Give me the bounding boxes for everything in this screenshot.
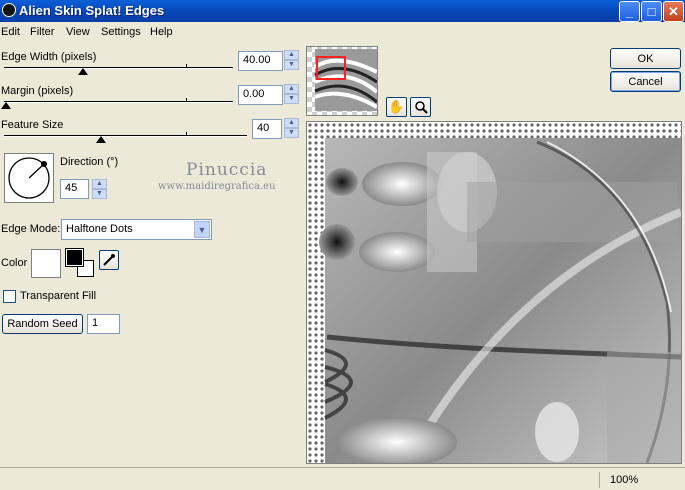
feature-size-thumb[interactable] [96, 136, 106, 143]
direction-spinner[interactable]: ▲ ▼ [92, 179, 107, 200]
main-preview[interactable] [306, 121, 682, 464]
edge-mode-value: Halftone Dots [66, 223, 133, 235]
direction-input[interactable]: 45 [60, 179, 89, 199]
ok-button[interactable]: OK [610, 48, 681, 69]
menu-bar: Edit Filter View Settings Help [0, 22, 685, 42]
feature-size-slider[interactable] [4, 135, 247, 137]
minimize-icon[interactable]: _ [619, 1, 640, 22]
title-bar[interactable]: Alien Skin Splat! Edges _ □ ✕ [0, 0, 685, 22]
spin-up-icon[interactable]: ▲ [284, 50, 299, 60]
menu-help[interactable]: Help [150, 26, 173, 38]
status-zoom-cell: 100% [599, 472, 685, 488]
close-icon[interactable]: ✕ [663, 1, 684, 22]
edge-width-slider[interactable] [4, 67, 233, 69]
eyedropper-button[interactable] [99, 250, 119, 270]
status-bar: 100% [0, 467, 685, 490]
margin-thumb[interactable] [1, 102, 11, 109]
window-title: Alien Skin Splat! Edges [19, 3, 165, 18]
spin-up-icon[interactable]: ▲ [284, 118, 299, 128]
slider-tick [186, 132, 187, 135]
menu-edit[interactable]: Edit [1, 26, 20, 38]
color-label: Color [1, 257, 28, 269]
edge-width-spinner[interactable]: ▲ ▼ [284, 50, 299, 71]
margin-input[interactable]: 0.00 [238, 85, 283, 105]
color-swatch[interactable] [31, 249, 61, 278]
edge-width-thumb[interactable] [78, 68, 88, 75]
menu-view[interactable]: View [66, 26, 90, 38]
feature-size-spinner[interactable]: ▲ ▼ [284, 118, 299, 139]
preview-image [307, 122, 681, 463]
watermark-name: Pinuccia [186, 160, 268, 180]
eyedropper-icon [103, 254, 115, 266]
zoom-level: 100% [610, 474, 639, 486]
random-seed-button[interactable]: Random Seed [2, 314, 83, 334]
slider-tick [186, 98, 187, 101]
watermark-site: www.maidiregrafica.eu [158, 181, 276, 192]
menu-filter[interactable]: Filter [30, 26, 54, 38]
app-icon [2, 3, 16, 17]
cancel-button[interactable]: Cancel [610, 71, 681, 92]
direction-dial[interactable] [4, 153, 54, 203]
feature-size-label: Feature Size [1, 119, 64, 131]
feature-size-input[interactable]: 40 [252, 119, 282, 139]
thumbnail-image [313, 49, 377, 111]
margin-label: Margin (pixels) [1, 85, 74, 97]
transparent-fill-checkbox[interactable] [3, 290, 16, 303]
random-seed-input[interactable]: 1 [87, 314, 120, 334]
margin-spinner[interactable]: ▲ ▼ [284, 84, 299, 105]
edge-mode-select[interactable]: Halftone Dots ▼ [61, 219, 212, 240]
magnifier-icon [414, 101, 428, 114]
edge-width-label: Edge Width (pixels) [1, 51, 97, 63]
maximize-icon[interactable]: □ [641, 1, 662, 22]
spin-down-icon[interactable]: ▼ [284, 60, 299, 70]
hand-tool-button[interactable]: ✋ [386, 97, 407, 117]
zoom-tool-button[interactable] [410, 97, 431, 117]
slider-tick [186, 64, 187, 67]
direction-label: Direction (°) [60, 156, 119, 168]
menu-settings[interactable]: Settings [101, 26, 141, 38]
spin-down-icon[interactable]: ▼ [284, 128, 299, 138]
chevron-down-icon[interactable]: ▼ [194, 221, 210, 238]
spin-up-icon[interactable]: ▲ [92, 179, 107, 189]
hand-icon: ✋ [388, 99, 405, 114]
foreground-color-swatch[interactable] [65, 248, 84, 267]
spin-down-icon[interactable]: ▼ [284, 94, 299, 104]
edge-width-input[interactable]: 40.00 [238, 51, 283, 71]
spin-up-icon[interactable]: ▲ [284, 84, 299, 94]
margin-slider[interactable] [4, 101, 233, 103]
spin-down-icon[interactable]: ▼ [92, 189, 107, 199]
thumbnail-preview[interactable] [306, 46, 378, 116]
dial-icon [8, 157, 50, 199]
transparent-fill-label: Transparent Fill [20, 290, 97, 302]
edge-mode-label: Edge Mode: [1, 223, 61, 235]
